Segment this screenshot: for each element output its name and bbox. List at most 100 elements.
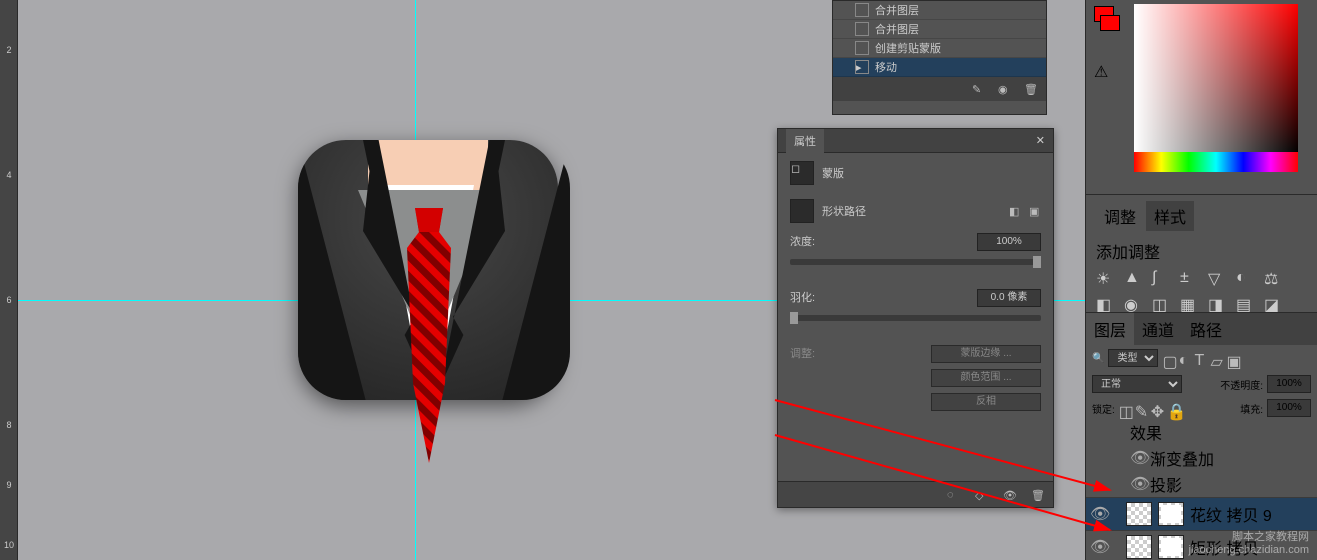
filter-shape-icon[interactable]: ▱ <box>1210 352 1222 364</box>
invert-button[interactable]: 反相 <box>931 393 1041 411</box>
mask-thumbnail[interactable] <box>1158 535 1184 559</box>
ruler-tick: 10 <box>2 540 16 550</box>
layer-thumbnail[interactable] <box>1126 535 1152 559</box>
move-icon: ▸ <box>855 60 869 74</box>
layers-panel: 图层 通道 路径 🔍 类型 ▢ ◐ T ▱ ▣ 正常 不透明度: 100% 锁定… <box>1086 313 1317 560</box>
exposure-icon[interactable]: ± <box>1180 269 1198 285</box>
layer-name[interactable]: 花纹 拷贝 9 <box>1190 502 1272 526</box>
history-panel: 合并图层 合并图层 创建剪贴蒙版 ▸ 移动 ✎ ◉ 🗑 <box>832 0 1047 115</box>
right-dock: ⚠ 调整 样式 添加调整 ☀ ▲ ∫ ± ▽ ◐ ⚖ ◧ ◉ ◫ ▦ ◨ ▤ ◪… <box>1085 0 1317 560</box>
color-field[interactable] <box>1134 4 1298 152</box>
bw-icon[interactable]: ◧ <box>1096 295 1114 311</box>
circle-icon[interactable]: ◌ <box>947 489 959 501</box>
mask-edge-button[interactable]: 蒙版边缘 ... <box>931 345 1041 363</box>
shape-thumb <box>790 199 814 223</box>
feather-value[interactable]: 0.0 像素 <box>977 289 1041 307</box>
vector-mask-icon[interactable]: ▣ <box>1029 205 1041 217</box>
hue-icon[interactable]: ◐ <box>1236 269 1254 285</box>
eye-icon[interactable]: 👁 <box>1130 474 1144 494</box>
lock-all-icon[interactable]: 🔒 <box>1167 402 1179 414</box>
opacity-value[interactable]: 100% <box>1267 375 1311 393</box>
adjust-label: 调整: <box>790 345 815 363</box>
suit-icon-artwork <box>298 140 570 440</box>
posterize-icon[interactable]: ▤ <box>1236 295 1254 311</box>
hue-strip[interactable] <box>1134 152 1298 172</box>
lock-paint-icon[interactable]: ✎ <box>1135 402 1147 414</box>
fx-drop-shadow[interactable]: 👁投影 <box>1086 471 1317 497</box>
history-item[interactable]: 合并图层 <box>833 1 1046 20</box>
history-label: 移动 <box>875 59 897 75</box>
pixel-mask-icon[interactable]: ◧ <box>1009 205 1021 217</box>
curves-icon[interactable]: ∫ <box>1152 269 1170 285</box>
camera-icon[interactable]: ◉ <box>998 83 1010 95</box>
add-adjustment-label: 添加调整 <box>1096 239 1307 263</box>
fx-header[interactable]: 效果 <box>1086 419 1317 445</box>
mask-label: 蒙版 <box>822 165 844 181</box>
fill-label: 填充: <box>1240 401 1263 416</box>
warning-icon[interactable]: ⚠ <box>1094 62 1108 82</box>
photo-filter-icon[interactable]: ◉ <box>1124 295 1142 311</box>
lock-transparency-icon[interactable]: ◫ <box>1119 402 1131 414</box>
close-icon[interactable]: ✕ <box>1036 134 1045 147</box>
properties-tab[interactable]: 属性 <box>786 129 824 153</box>
tie-shape <box>405 208 453 463</box>
lock-position-icon[interactable]: ✥ <box>1151 402 1163 414</box>
opacity-label: 不透明度: <box>1220 377 1263 392</box>
channels-tab[interactable]: 通道 <box>1134 313 1182 345</box>
trash-icon[interactable]: 🗑 <box>1031 489 1043 501</box>
filter-type-select[interactable]: 类型 <box>1108 349 1158 367</box>
brightness-icon[interactable]: ☀ <box>1096 269 1114 285</box>
background-swatch[interactable] <box>1100 15 1120 31</box>
balance-icon[interactable]: ⚖ <box>1264 269 1282 285</box>
vertical-ruler: 2 4 6 8 9 10 <box>0 0 18 560</box>
document-icon <box>855 3 869 17</box>
mask-thumbnail[interactable] <box>1158 502 1184 526</box>
properties-header: 属性 ✕ <box>778 129 1053 153</box>
adjustments-tab[interactable]: 调整 <box>1096 201 1144 231</box>
history-item[interactable]: 创建剪贴蒙版 <box>833 39 1046 58</box>
eye-icon[interactable]: 👁 <box>1130 448 1144 468</box>
filter-text-icon[interactable]: T <box>1194 352 1206 364</box>
document-icon <box>855 22 869 36</box>
eye-icon[interactable]: 👁 <box>1090 537 1104 557</box>
eye-icon[interactable]: 👁 <box>1090 504 1104 524</box>
mixer-icon[interactable]: ◫ <box>1152 295 1170 311</box>
color-panel: ⚠ <box>1086 0 1317 195</box>
filter-adjust-icon[interactable]: ◐ <box>1178 352 1190 364</box>
watermark: 脚本之家教程网 jiaocheng.chazidian.com <box>1189 528 1309 556</box>
shape-path-label: 形状路径 <box>822 203 866 219</box>
lock-label: 锁定: <box>1092 401 1115 416</box>
filter-image-icon[interactable]: ▢ <box>1162 352 1174 364</box>
color-range-button[interactable]: 颜色范围 ... <box>931 369 1041 387</box>
history-item[interactable]: ▸ 移动 <box>833 58 1046 77</box>
ruler-tick: 4 <box>2 170 16 180</box>
paths-tab[interactable]: 路径 <box>1182 313 1230 345</box>
ruler-tick: 9 <box>2 480 16 490</box>
history-item[interactable]: 合并图层 <box>833 20 1046 39</box>
history-label: 合并图层 <box>875 2 919 18</box>
styles-tab[interactable]: 样式 <box>1146 201 1194 231</box>
ruler-tick: 2 <box>2 45 16 55</box>
feather-slider[interactable] <box>790 315 1041 321</box>
brush-icon[interactable]: ✎ <box>972 83 984 95</box>
layer-item[interactable]: 👁 花纹 拷贝 9 <box>1086 497 1317 530</box>
properties-footer: ◌ ◇ 👁 🗑 <box>778 481 1053 507</box>
density-value[interactable]: 100% <box>977 233 1041 251</box>
density-slider[interactable] <box>790 259 1041 265</box>
layers-tab[interactable]: 图层 <box>1086 313 1134 345</box>
trash-icon[interactable]: 🗑 <box>1024 83 1036 95</box>
fx-gradient-overlay[interactable]: 👁渐变叠加 <box>1086 445 1317 471</box>
levels-icon[interactable]: ▲ <box>1124 269 1142 285</box>
threshold-icon[interactable]: ◪ <box>1264 295 1282 311</box>
fill-value[interactable]: 100% <box>1267 399 1311 417</box>
lookup-icon[interactable]: ▦ <box>1180 295 1198 311</box>
eye-icon[interactable]: 👁 <box>1003 489 1015 501</box>
density-label: 浓度: <box>790 233 815 251</box>
diamond-icon[interactable]: ◇ <box>975 489 987 501</box>
vibrance-icon[interactable]: ▽ <box>1208 269 1226 285</box>
filter-smart-icon[interactable]: ▣ <box>1226 352 1238 364</box>
invert-icon[interactable]: ◨ <box>1208 295 1226 311</box>
layer-thumbnail[interactable] <box>1126 502 1152 526</box>
blend-mode-select[interactable]: 正常 <box>1092 375 1182 393</box>
history-label: 合并图层 <box>875 21 919 37</box>
